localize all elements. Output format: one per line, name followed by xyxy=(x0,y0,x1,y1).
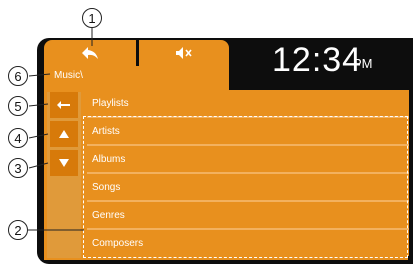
callout-5: 5 xyxy=(8,96,28,116)
callout-lines xyxy=(28,28,93,231)
callout-2: 2 xyxy=(8,220,28,240)
callout-4: 4 xyxy=(8,128,28,148)
callout-3: 3 xyxy=(8,158,28,178)
callout-1: 1 xyxy=(82,8,102,28)
callout-6: 6 xyxy=(8,66,28,86)
